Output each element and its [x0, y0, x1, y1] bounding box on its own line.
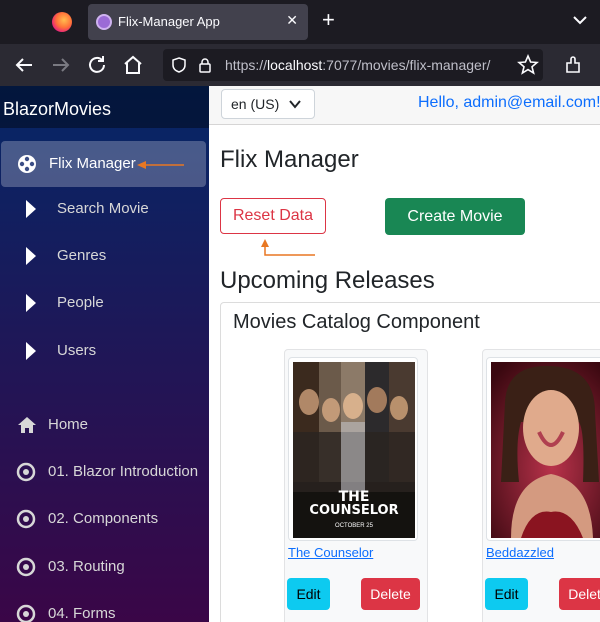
- sidebar-item-home[interactable]: Home: [0, 402, 209, 448]
- sidebar-header: BlazorMovies: [0, 86, 209, 128]
- movie-title-link[interactable]: Beddazzled: [486, 545, 554, 560]
- target-circle-icon: [16, 509, 36, 529]
- browser-nav-bar: https://localhost:7077/movies/flix-manag…: [0, 44, 600, 86]
- poster-frame: [486, 357, 600, 541]
- url-text[interactable]: https://localhost:7077/movies/flix-manag…: [225, 57, 490, 73]
- close-tab-icon[interactable]: ✕: [286, 12, 298, 29]
- movie-card: THE COUNSELOR OCTOBER 25 The Counselor E…: [284, 349, 428, 622]
- chevron-down-icon[interactable]: [570, 10, 590, 30]
- sidebar-item-genres[interactable]: Genres: [0, 233, 209, 279]
- film-reel-icon: [18, 155, 36, 173]
- sidebar-item-components[interactable]: 02. Components: [0, 496, 209, 542]
- annotation-arrow-left: [137, 161, 184, 169]
- reset-data-button[interactable]: Reset Data: [220, 198, 326, 234]
- create-movie-button[interactable]: Create Movie: [385, 198, 525, 235]
- sidebar-item-label: Genres: [57, 247, 107, 264]
- forward-arrow-icon[interactable]: [49, 53, 73, 77]
- sidebar-item-forms[interactable]: 04. Forms: [0, 591, 209, 622]
- caret-right-icon: [26, 294, 36, 312]
- sidebar-item-label: 02. Components: [48, 510, 159, 527]
- sidebar-item-label: 01. Blazor Introduction: [48, 463, 199, 480]
- sidebar-item-label: Home: [48, 416, 89, 433]
- target-circle-icon: [16, 604, 36, 622]
- firefox-logo-icon[interactable]: [52, 12, 72, 32]
- sidebar-item-people[interactable]: People: [0, 280, 209, 326]
- extensions-icon[interactable]: [562, 53, 586, 77]
- delete-button[interactable]: Delete: [361, 578, 420, 610]
- culture-select[interactable]: en (US): [221, 89, 315, 119]
- poster-title-line1: THE: [338, 489, 370, 505]
- edit-button[interactable]: Edit: [287, 578, 330, 610]
- sidebar-item-label: People: [57, 294, 104, 311]
- poster-title-line2: COUNSELOR: [309, 503, 399, 518]
- sidebar-item-search-movie[interactable]: Search Movie: [0, 186, 209, 232]
- annotation-arrow-up: [261, 239, 315, 256]
- shield-icon[interactable]: [171, 57, 187, 73]
- back-arrow-icon[interactable]: [12, 53, 36, 77]
- target-circle-icon: [16, 462, 36, 482]
- movie-card: Beddazzled Edit Delete: [482, 349, 600, 622]
- brand-title[interactable]: BlazorMovies: [3, 99, 111, 120]
- user-greeting-link[interactable]: Hello, admin@email.com!: [418, 94, 600, 112]
- sidebar-item-routing[interactable]: 03. Routing: [0, 544, 209, 590]
- sidebar-item-label: Flix Manager: [49, 155, 136, 172]
- lock-icon[interactable]: [197, 57, 213, 73]
- sidebar-item-label: Users: [57, 342, 97, 359]
- sidebar-item-blazor-introduction[interactable]: 01. Blazor Introduction: [0, 449, 209, 495]
- caret-right-icon: [26, 342, 36, 360]
- movie-poster-image[interactable]: [491, 362, 600, 538]
- tab-title: Flix-Manager App: [118, 14, 220, 29]
- movie-poster-image[interactable]: THE COUNSELOR OCTOBER 25: [293, 362, 415, 538]
- poster-date: OCTOBER 25: [335, 523, 373, 529]
- app-favicon-icon: [96, 14, 112, 30]
- page-title: Flix Manager: [220, 146, 359, 173]
- home-icon: [18, 417, 36, 433]
- top-row: en (US) Hello, admin@email.com!: [209, 86, 600, 125]
- poster-frame: THE COUNSELOR OCTOBER 25: [288, 357, 418, 541]
- edit-button[interactable]: Edit: [485, 578, 528, 610]
- catalog-title: Movies Catalog Component: [233, 311, 480, 333]
- target-circle-icon: [16, 557, 36, 577]
- chevron-down-icon: [289, 100, 301, 109]
- delete-button[interactable]: Delete: [559, 578, 600, 610]
- home-icon[interactable]: [121, 53, 145, 77]
- sidebar-item-label: Search Movie: [57, 200, 149, 217]
- new-tab-button[interactable]: +: [322, 8, 335, 32]
- browser-tab-bar: Flix-Manager App ✕ +: [0, 0, 600, 44]
- sidebar-item-users[interactable]: Users: [0, 328, 209, 374]
- sidebar-item-label: 03. Routing: [48, 558, 125, 575]
- reload-icon[interactable]: [85, 53, 109, 77]
- address-bar[interactable]: https://localhost:7077/movies/flix-manag…: [163, 49, 543, 81]
- caret-right-icon: [26, 200, 36, 218]
- movies-catalog: Movies Catalog Component THE COUNSELOR O…: [220, 302, 600, 622]
- movie-title-link[interactable]: The Counselor: [288, 545, 373, 560]
- bookmark-star-icon[interactable]: [516, 53, 540, 77]
- culture-value: en (US): [231, 96, 280, 112]
- section-title: Upcoming Releases: [220, 267, 435, 294]
- sidebar-item-label: 04. Forms: [48, 605, 116, 622]
- caret-right-icon: [26, 247, 36, 265]
- browser-tab[interactable]: Flix-Manager App ✕: [88, 4, 308, 40]
